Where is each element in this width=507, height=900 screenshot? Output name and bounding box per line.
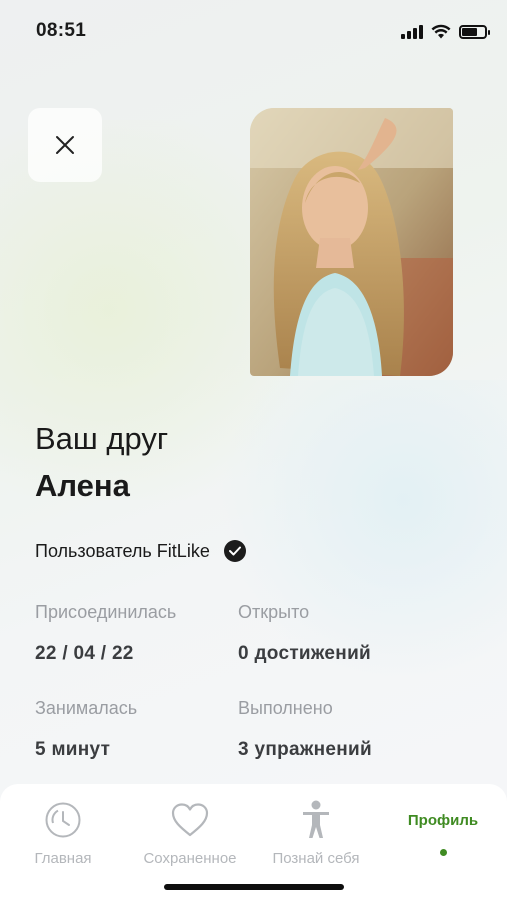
stat-trained-value: 5 минут <box>35 739 111 760</box>
close-icon <box>56 136 74 154</box>
stat-joined-value: 22 / 04 / 22 <box>35 643 134 664</box>
nav-label-profile: Профиль <box>407 812 479 829</box>
stat-completed-value: 3 упражнений <box>238 739 373 760</box>
nav-item-home[interactable]: Главная <box>3 800 123 867</box>
friend-name: Алена <box>35 468 130 503</box>
stat-unlocked-value: 0 достижений <box>238 643 372 664</box>
active-tab-indicator <box>439 849 447 856</box>
person-icon <box>301 800 331 840</box>
heart-icon <box>170 800 210 840</box>
stat-unlocked-label: Открыто <box>238 602 310 622</box>
close-button[interactable] <box>28 108 102 182</box>
nav-item-saved[interactable]: Сохраненное <box>130 800 250 867</box>
verified-check-icon <box>223 540 246 562</box>
cellular-signal-icon <box>401 24 423 39</box>
battery-icon <box>459 24 490 39</box>
user-type-row: Пользователь FitLike <box>35 540 246 562</box>
nav-label-home: Главная <box>34 850 92 867</box>
bottom-nav: Главная Сохраненное Познай себя Профиль <box>0 784 507 900</box>
page-title-prefix: Ваш друг <box>35 421 169 456</box>
wifi-icon <box>431 24 451 39</box>
status-time: 08:51 <box>36 20 87 41</box>
nav-item-profile[interactable]: Профиль <box>383 812 503 856</box>
nav-label-saved: Сохраненное <box>143 850 237 867</box>
nav-item-know-yourself[interactable]: Познай себя <box>256 800 376 867</box>
user-type-label: Пользователь FitLike <box>35 540 210 561</box>
stat-trained-label: Занималась <box>35 698 138 718</box>
stat-joined-label: Присоединилась <box>35 602 177 622</box>
status-icons <box>401 24 490 39</box>
profile-photo <box>250 108 453 376</box>
home-indicator <box>164 884 344 890</box>
status-bar: 08:51 <box>0 0 507 64</box>
stat-completed-label: Выполнено <box>238 698 333 718</box>
clock-icon <box>44 800 82 840</box>
nav-label-know-yourself: Познай себя <box>272 850 360 867</box>
